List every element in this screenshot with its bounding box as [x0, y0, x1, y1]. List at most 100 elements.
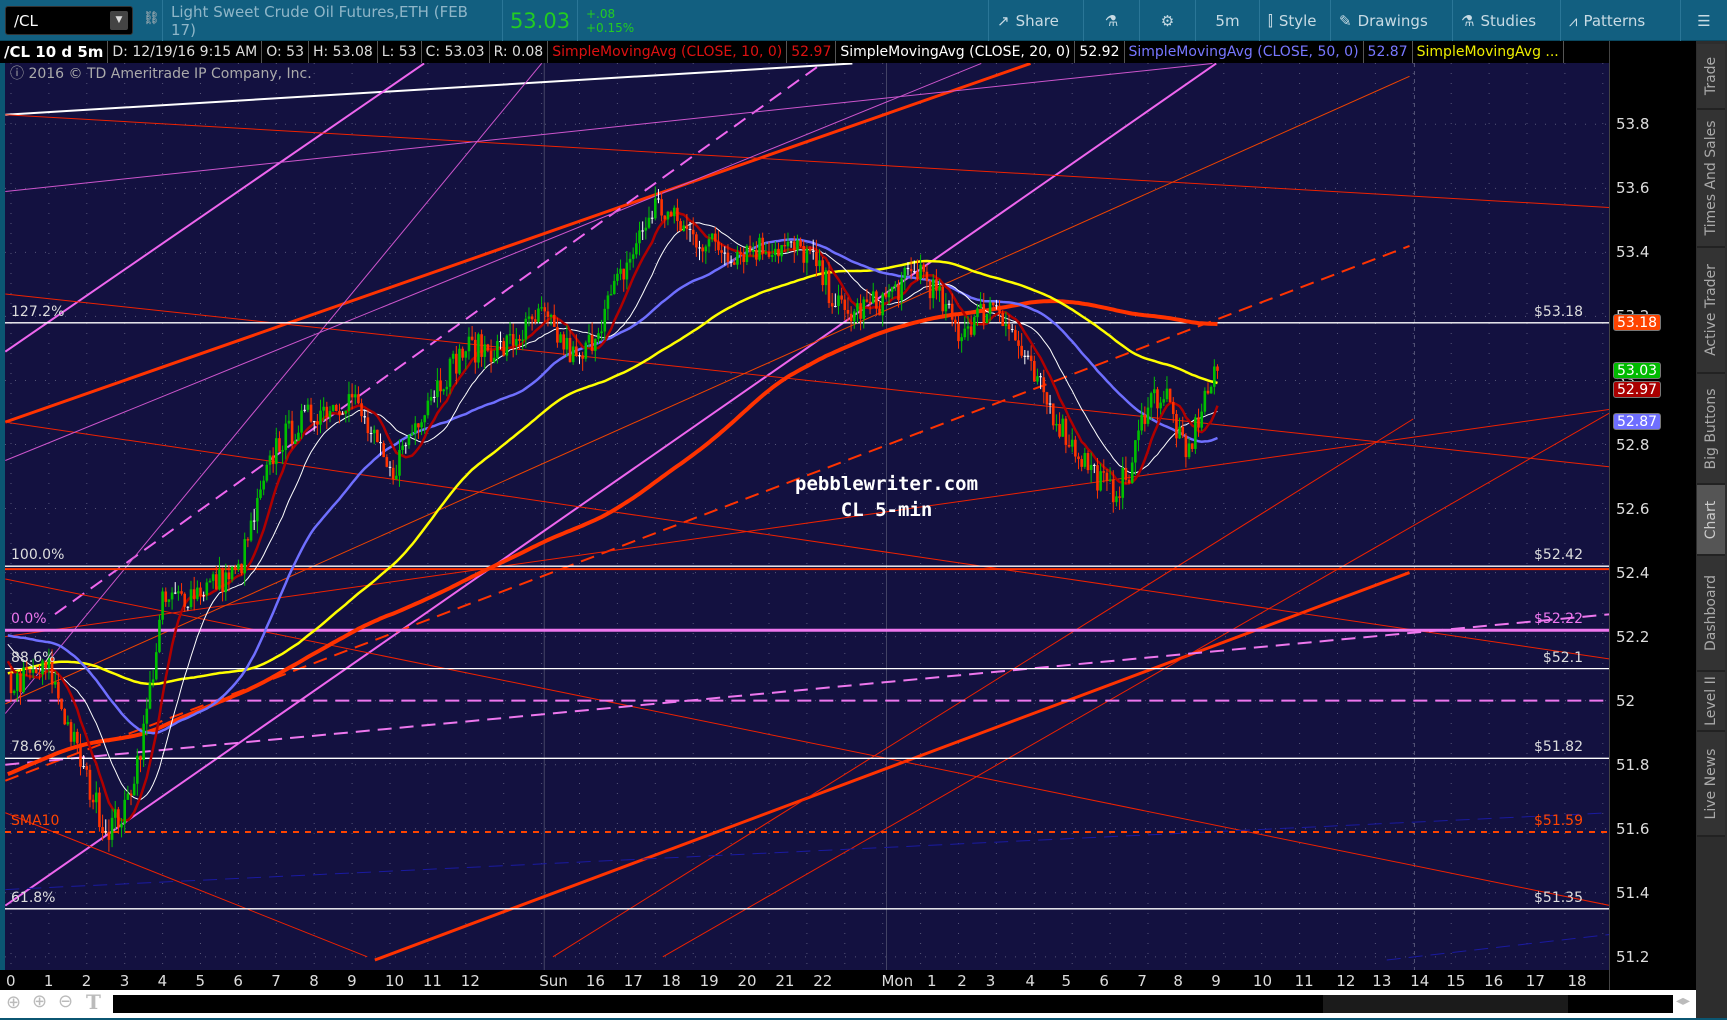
candle-body [366, 417, 370, 434]
fib-level-price: $53.18 [1534, 303, 1583, 320]
candle-body [922, 264, 926, 272]
candle-body [1036, 376, 1039, 382]
candle-body [720, 250, 723, 253]
candle-body [34, 669, 38, 673]
sma-more-label[interactable]: SimpleMovingAvg ... [1413, 41, 1564, 63]
candle-body [688, 228, 692, 230]
candle-body [856, 303, 859, 312]
sma20-label[interactable]: SimpleMovingAvg (CLOSE, 20, 0) [836, 41, 1076, 63]
side-tab-trade[interactable]: Trade [1697, 44, 1725, 110]
chart-plot-area[interactable]: ⓘ 2016 © TD Ameritrade IP Company, Inc. … [4, 62, 1611, 970]
symbol-text: /CL [14, 12, 38, 30]
timeframe-button[interactable]: 5m [1195, 0, 1259, 41]
candle-body [641, 230, 644, 232]
patterns-button[interactable]: ⩘ Patterns [1560, 0, 1653, 41]
candle-body [395, 475, 398, 480]
link-icon[interactable]: ⛓ [143, 11, 160, 26]
studies-button[interactable]: ⚗ Studies [1452, 0, 1544, 41]
candle-body [767, 252, 771, 257]
candle-body [1137, 430, 1140, 441]
chevron-down-icon[interactable]: ▼ [110, 11, 128, 30]
share-button[interactable]: ↗ Share [988, 0, 1067, 41]
candle-body [786, 241, 790, 247]
time-scrollbar[interactable] [113, 995, 1673, 1013]
candle-body [1203, 390, 1207, 412]
candle-body [407, 435, 411, 446]
symbol-selector[interactable]: /CL ▼ [5, 6, 133, 35]
time-axis-label: 15 [1446, 972, 1466, 990]
side-tab-big-buttons[interactable]: Big Buttons [1697, 374, 1725, 485]
side-tab-level-ii[interactable]: Level II [1697, 672, 1725, 732]
side-tab-label: Live News [1703, 748, 1719, 819]
candle-body [154, 652, 158, 680]
candle-body [1045, 392, 1049, 405]
watermark-line1: pebblewriter.com [795, 473, 979, 495]
candle-body [350, 394, 354, 398]
candle-body [827, 270, 831, 304]
candle-body [63, 709, 66, 725]
candle-body [221, 568, 224, 593]
flask-button[interactable]: ⚗ [1083, 0, 1139, 41]
time-axis-label: 10 [1252, 972, 1272, 990]
candle-body [136, 755, 139, 784]
price-axis-label: 52.6 [1616, 499, 1650, 518]
side-tab-active-trader[interactable]: Active Trader [1697, 248, 1725, 374]
candle-body [508, 334, 512, 336]
candle-body [761, 237, 764, 254]
sma10-label[interactable]: SimpleMovingAvg (CLOSE, 10, 0) [548, 41, 788, 63]
candle-body [657, 198, 660, 200]
scrollbar-thumb[interactable] [1323, 995, 1568, 1013]
time-axis-label: 9 [1211, 972, 1221, 990]
candle-body [53, 681, 57, 685]
side-tab-label: Active Trader [1703, 264, 1719, 356]
time-axis-label: 8 [1173, 972, 1183, 990]
sma50-label[interactable]: SimpleMovingAvg (CLOSE, 50, 0) [1125, 41, 1364, 63]
trendline [552, 418, 1414, 958]
fib-level-label: 78.6% [11, 739, 56, 756]
drawings-button[interactable]: ✎ Drawings [1330, 0, 1436, 41]
candle-body [530, 316, 534, 320]
time-axis[interactable]: 0 1 2 3 4 5 6 7 8 9 10 11 12 Sun 16 17 18 19 20 21 22 Mon 1 2 3 4… [0, 970, 1609, 990]
candle-body [278, 438, 281, 452]
price-axis-label: 52.2 [1616, 627, 1650, 646]
style-button[interactable]: ⫿ Style [1259, 0, 1325, 41]
fib-level-label: 88.6% [11, 649, 56, 666]
resize-handle-icon[interactable]: ◂▸ [1676, 993, 1690, 1009]
time-axis-label: 17 [623, 972, 643, 990]
menu-button[interactable]: ☰ [1680, 0, 1727, 41]
side-tab-dashboard[interactable]: Dashboard [1697, 556, 1725, 672]
candle-body [919, 264, 922, 280]
crosshair-icon[interactable]: ⊕ [6, 992, 21, 1013]
candle-body [177, 591, 180, 594]
candle-body [170, 592, 174, 600]
settings-button[interactable]: ⚙ [1139, 0, 1195, 41]
candle-body [426, 400, 430, 416]
side-tab-times-and-sales[interactable]: Times And Sales [1697, 110, 1725, 248]
candle-body [884, 293, 888, 298]
candle-body [60, 698, 63, 710]
side-tab-chart[interactable]: Chart [1697, 485, 1725, 556]
zoom-out-icon[interactable]: ⊖ [58, 991, 73, 1012]
candle-body [619, 268, 622, 274]
candle-body [698, 247, 701, 249]
text-tool-icon[interactable]: T [86, 990, 101, 1014]
candle-body [878, 308, 881, 316]
candle-body [1033, 360, 1036, 382]
price-axis[interactable]: 53.853.653.453.25352.852.652.452.25251.8… [1609, 41, 1696, 990]
candle-body [644, 227, 648, 231]
trendline [4, 62, 425, 353]
candle-body [391, 467, 395, 480]
candle-body [1055, 423, 1058, 426]
candle-body [666, 211, 670, 220]
candle-body [1102, 471, 1106, 473]
candle-body [815, 251, 818, 267]
candle-body [606, 295, 610, 309]
candle-body [404, 445, 408, 447]
candle-body [562, 334, 566, 350]
sma50-value: 52.87 [1364, 41, 1413, 63]
zoom-in-icon[interactable]: ⊕ [32, 991, 47, 1012]
side-tab-live-news[interactable]: Live News [1697, 732, 1725, 837]
candle-body [1178, 426, 1181, 439]
candle-body [912, 271, 916, 273]
time-axis-label: 4 [157, 972, 168, 990]
